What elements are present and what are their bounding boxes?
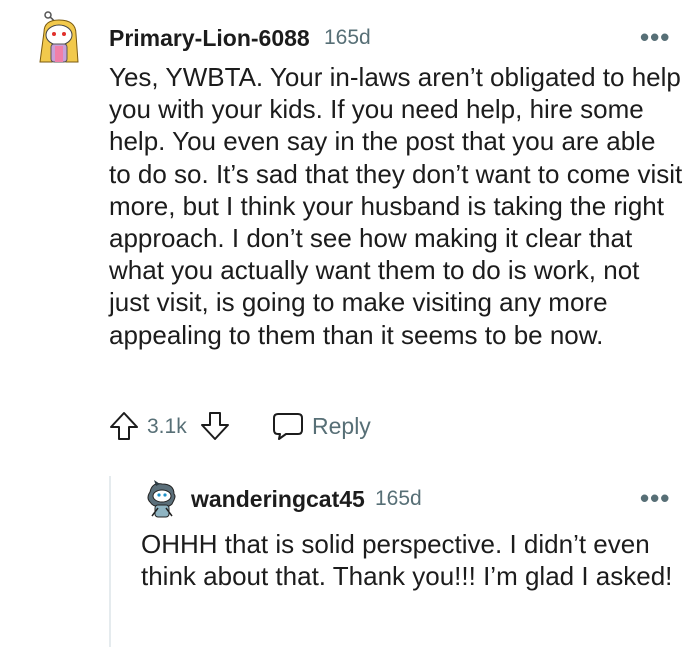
speech-bubble-icon — [272, 411, 304, 441]
reply-label: Reply — [312, 413, 371, 439]
more-dots-icon: ••• — [640, 22, 671, 52]
commenter-username[interactable]: Primary-Lion-6088 — [109, 25, 310, 52]
more-dots-icon: ••• — [640, 483, 671, 513]
comment-age: 165d — [324, 26, 371, 49]
thread-line[interactable] — [109, 476, 111, 647]
reply-body: OHHH that is solid perspective. I didn’t… — [141, 529, 673, 592]
reply-username[interactable]: wanderingcat45 — [191, 486, 365, 513]
downvote-button[interactable] — [199, 410, 231, 442]
reply-age: 165d — [375, 487, 422, 510]
vote-count: 3.1k — [147, 415, 187, 438]
reply-more-options-button[interactable]: ••• — [640, 485, 670, 511]
reply-avatar[interactable] — [142, 478, 182, 520]
arrow-down-icon — [201, 412, 229, 440]
more-options-button[interactable]: ••• — [640, 24, 670, 50]
commenter-avatar[interactable] — [36, 10, 82, 68]
reply-button[interactable]: Reply — [272, 409, 372, 443]
comment-body: Yes, YWBTA. Your in-laws aren’t obligate… — [109, 62, 683, 350]
upvote-button[interactable] — [108, 410, 140, 442]
arrow-up-icon — [110, 412, 138, 440]
